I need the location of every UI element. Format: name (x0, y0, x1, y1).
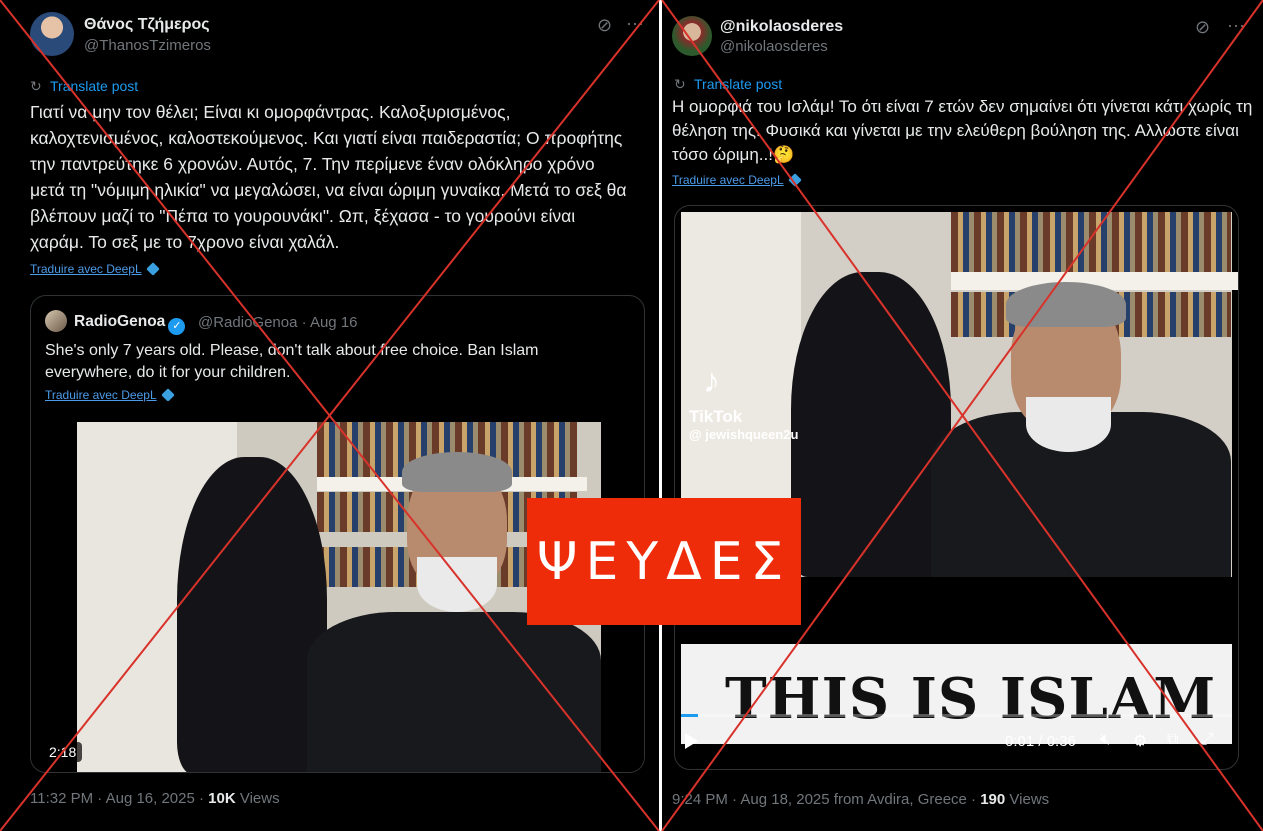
deepl-translate-link[interactable]: Traduire avec DeepL (30, 262, 160, 276)
translate-icon: ↻ (30, 78, 42, 94)
quote-text: She's only 7 years old. Please, don't ta… (45, 342, 539, 381)
grok-icon[interactable]: ⊘ (597, 16, 612, 34)
video-frame (77, 422, 601, 772)
fullscreen-icon[interactable]: ⤢ (1201, 731, 1214, 749)
views-label: Views (235, 790, 280, 807)
grok-icon[interactable]: ⊘ (1195, 18, 1210, 36)
fake-news-stamp: ΨΕΥΔΕΣ (527, 498, 801, 625)
author-avatar[interactable] (30, 12, 74, 56)
video-time: 0:01 / 0:36 (1005, 733, 1076, 750)
tweet-text: Η ομορφιά του Ισλάμ! Το ότι είναι 7 ετών… (672, 97, 1253, 164)
tiktok-logo-icon: ♪ (703, 362, 720, 400)
tweet-text: Γιατί να μην τον θέλει; Είναι κι ομορφάν… (30, 102, 627, 252)
author-handle[interactable]: @ThanosTzimeros (84, 37, 211, 54)
quote-meta: @RadioGenoa · Aug 16 (198, 314, 358, 331)
tweet-footer: 9:24 PM · Aug 18, 2025 from Avdira, Gree… (672, 791, 1049, 808)
picture-in-picture-icon[interactable]: ⧉ (1167, 731, 1178, 749)
deepl-cube-icon (787, 173, 802, 187)
video-progress-fill (681, 714, 698, 717)
video-controls-bar: 0:01 / 0:36 🔇︎ ⚙ ⧉ ⤢ (675, 723, 1238, 763)
translate-post-link[interactable]: ↻ Translate post (674, 76, 782, 93)
deepl-cube-icon (160, 388, 175, 402)
video-duration-badge: 2:18 (43, 742, 83, 762)
tiktok-username: @ jewishqueen2u (689, 427, 799, 442)
settings-gear-icon[interactable]: ⚙ (1133, 731, 1147, 751)
translate-post-link[interactable]: ↻ Translate post (30, 78, 138, 95)
tweet-timestamp[interactable]: 11:32 PM · Aug 16, 2025 · (30, 790, 208, 807)
verified-badge-icon: ✓ (168, 318, 186, 335)
views-label: Views (1005, 791, 1050, 808)
video-player[interactable]: ♪ TikTok @ jewishqueen2u THIS IS ISLAM 0… (674, 205, 1239, 770)
translate-icon: ↻ (674, 76, 686, 92)
deepl-cube-icon (145, 262, 160, 276)
author-name[interactable]: Θάνος Τζήμερος (84, 16, 210, 34)
views-count: 190 (980, 791, 1006, 808)
more-options-icon[interactable]: ··· (1227, 16, 1245, 34)
quote-author-avatar (45, 310, 67, 332)
author-handle[interactable]: @nikolaosderes (720, 38, 828, 55)
video-progress-track[interactable] (681, 714, 1232, 717)
quote-deepl-link[interactable]: Traduire avec DeepL (45, 388, 175, 402)
author-avatar[interactable] (672, 16, 712, 56)
more-options-icon[interactable]: ··· (626, 14, 644, 32)
tiktok-label: TikTok (689, 407, 743, 426)
right-tweet-panel: @nikolaosderes @nikolaosderes ⊘ ··· ↻ Tra… (662, 0, 1263, 831)
deepl-translate-link[interactable]: Traduire avec DeepL (672, 173, 802, 187)
tweet-timestamp[interactable]: 9:24 PM · Aug 18, 2025 from Avdira, Gree… (672, 791, 980, 808)
tweet-footer: 11:32 PM · Aug 16, 2025 · 10K Views (30, 790, 280, 807)
views-count: 10K (208, 790, 236, 807)
fake-stamp-label: ΨΕΥΔΕΣ (536, 531, 792, 592)
volume-icon[interactable]: 🔇︎ (1100, 731, 1110, 749)
quote-author-name: RadioGenoa ✓ (74, 313, 186, 335)
author-name[interactable]: @nikolaosderes (720, 18, 843, 36)
left-tweet-panel: Θάνος Τζήμερος @ThanosTzimeros ⊘ ··· ↻ Tr… (0, 0, 659, 831)
play-icon[interactable] (685, 733, 698, 749)
